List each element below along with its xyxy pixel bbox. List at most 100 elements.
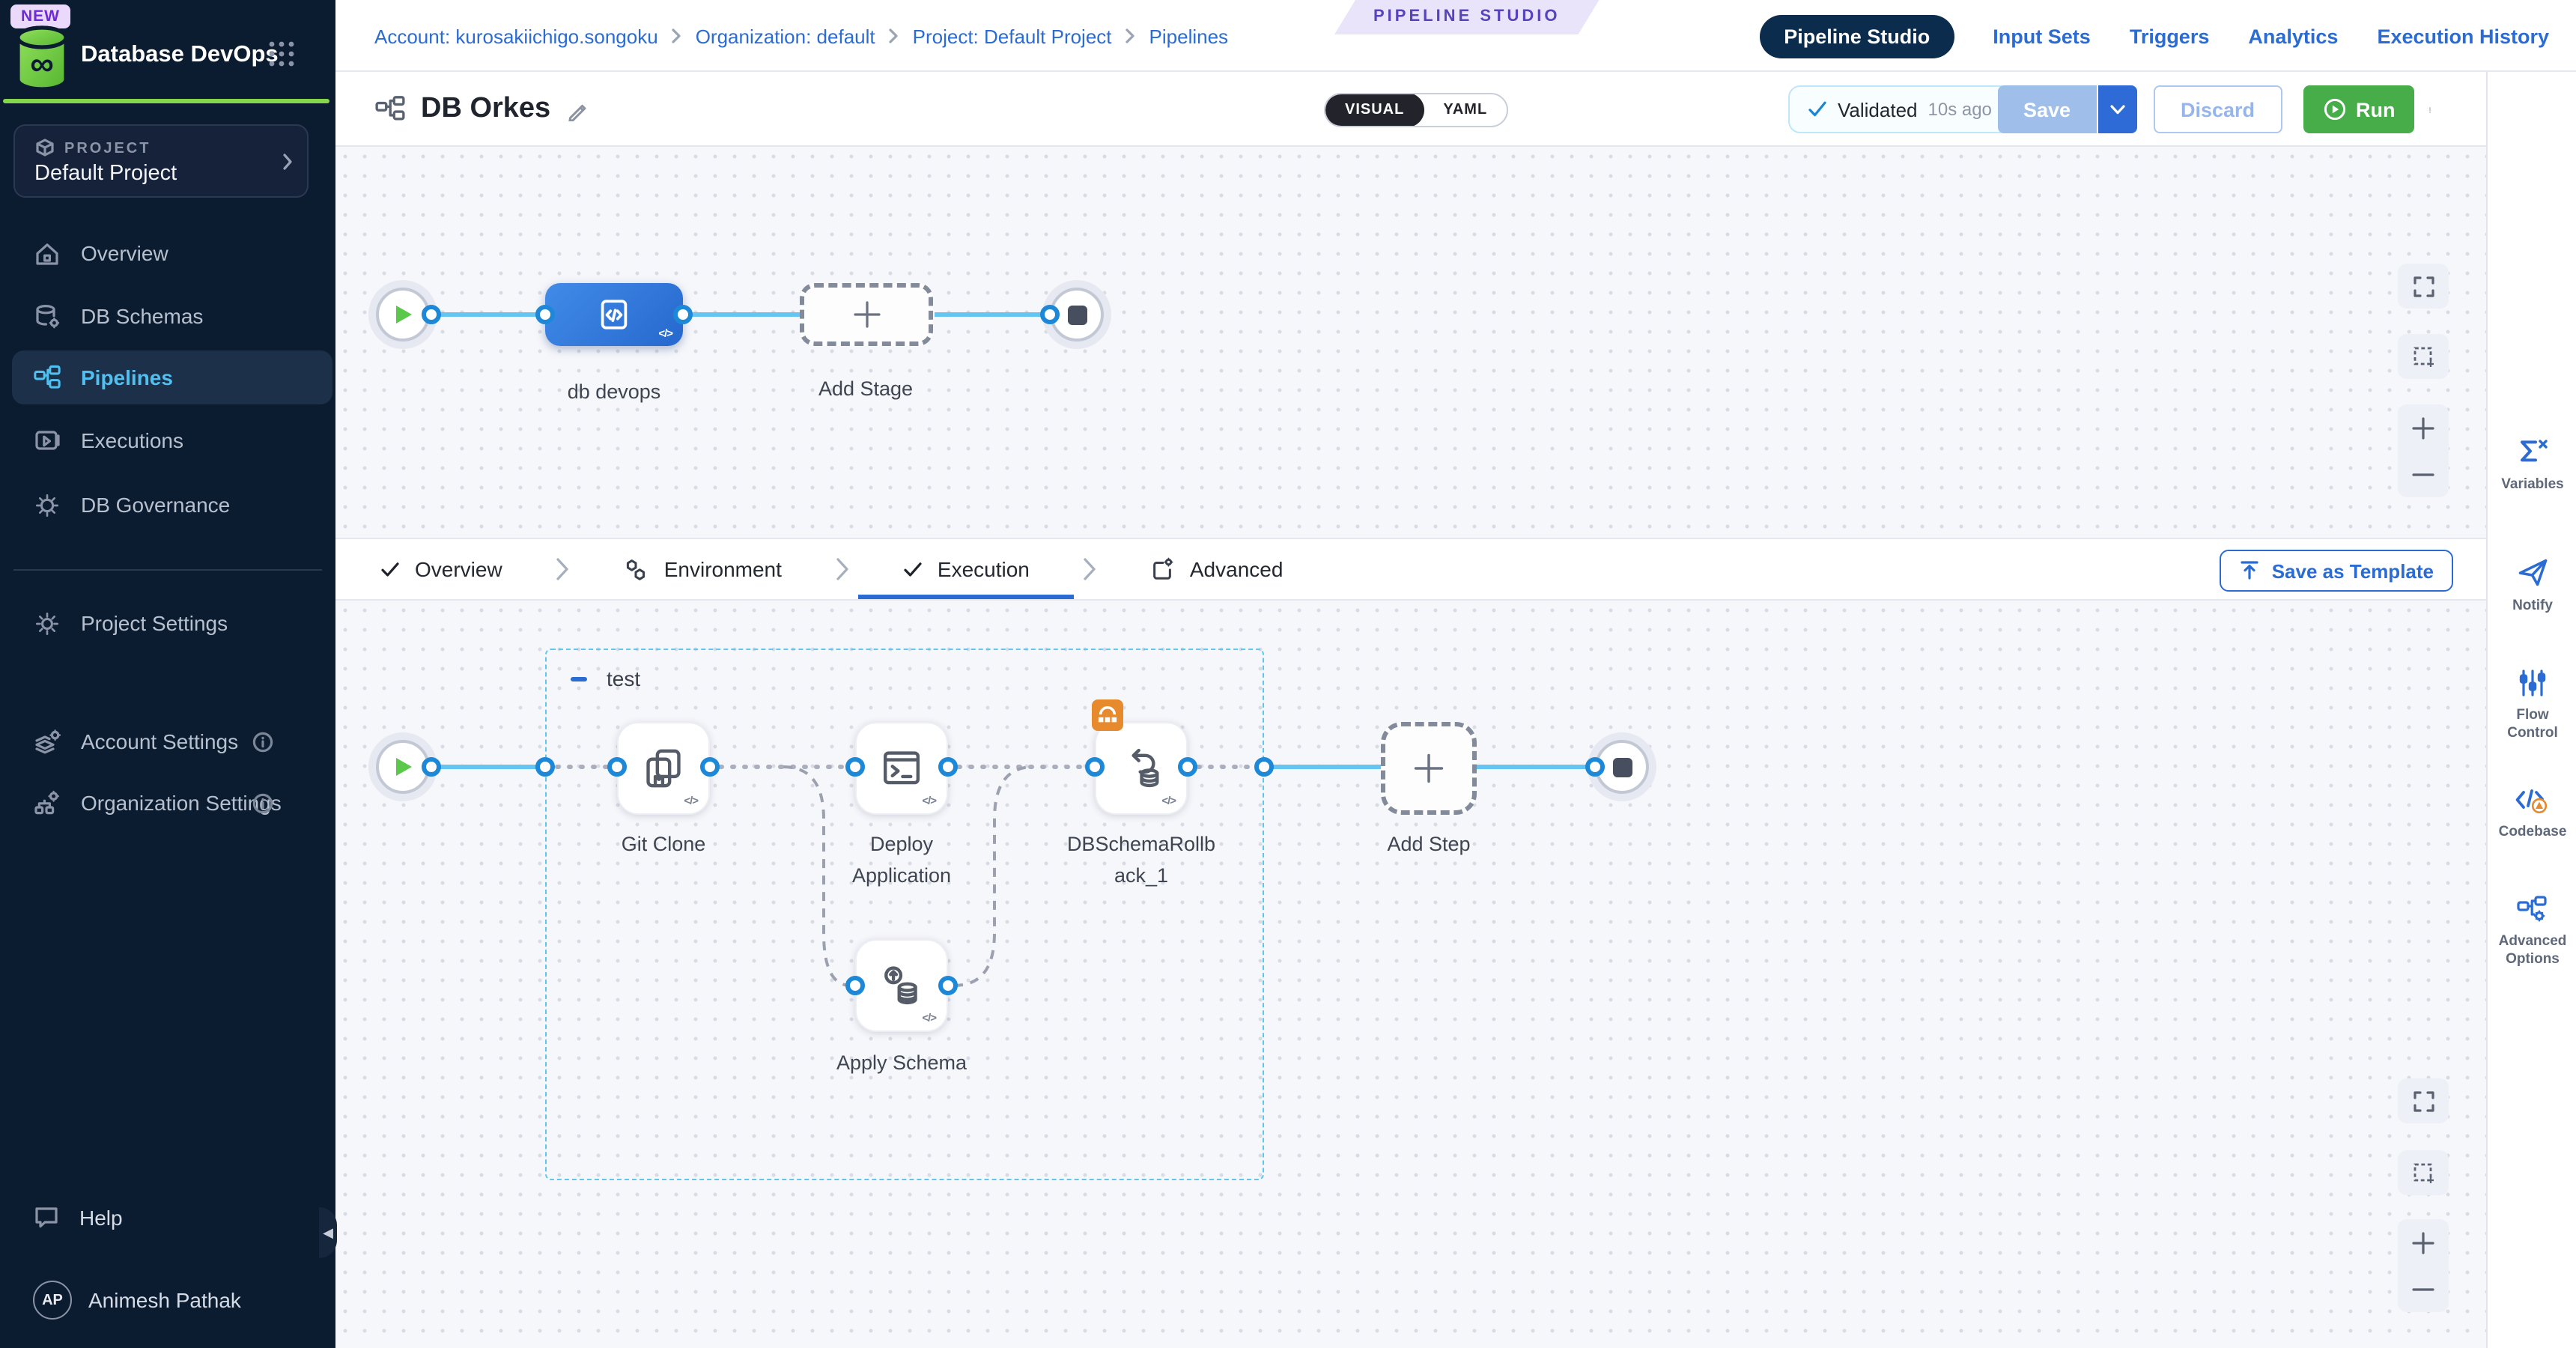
- breadcrumb-pipelines[interactable]: Pipelines: [1149, 25, 1229, 47]
- stage-out-port[interactable]: [673, 305, 693, 324]
- step-node-apply-schema[interactable]: </>: [855, 939, 948, 1032]
- tab-execution-history[interactable]: Execution History: [2377, 25, 2549, 47]
- rail-item-flow-control[interactable]: Flow Control: [2488, 668, 2576, 743]
- deploy-in-port[interactable]: [845, 757, 865, 777]
- sidebar-item-overview[interactable]: Overview: [0, 226, 335, 280]
- group-out-port[interactable]: [1254, 757, 1274, 777]
- project-selector[interactable]: PROJECT Default Project: [13, 124, 309, 198]
- user-menu[interactable]: AP Animesh Pathak: [0, 1273, 335, 1327]
- tab-advanced[interactable]: Advanced: [1151, 539, 1284, 599]
- kebab-menu-icon[interactable]: [2426, 96, 2434, 124]
- sidebar-item-account-settings[interactable]: Account Settings: [0, 714, 335, 768]
- toggle-yaml[interactable]: YAML: [1424, 94, 1507, 126]
- visual-yaml-toggle[interactable]: VISUAL YAML: [1324, 93, 1508, 127]
- module-grid-icon[interactable]: [267, 39, 297, 69]
- zoom-out-button[interactable]: [2398, 1266, 2449, 1312]
- validated-badge[interactable]: Validated 10s ago: [1788, 85, 2011, 133]
- execution-canvas[interactable]: test </> </> </> </>: [335, 601, 2486, 1348]
- sidebar-item-db-schemas[interactable]: DB Schemas: [0, 289, 335, 343]
- org-chart-gear-icon: [33, 789, 61, 817]
- add-stage-button[interactable]: [800, 283, 933, 346]
- code-badge: </>: [922, 794, 936, 807]
- help-button[interactable]: Help: [0, 1191, 335, 1245]
- marquee-select-button[interactable]: [2398, 1150, 2449, 1195]
- edit-pencil-icon[interactable]: [565, 98, 588, 121]
- info-icon[interactable]: [252, 730, 274, 753]
- rail-item-variables[interactable]: Variables: [2488, 437, 2576, 494]
- zoom-out-button[interactable]: [2398, 451, 2449, 497]
- fullscreen-icon: [2412, 275, 2434, 297]
- sidebar-item-executions[interactable]: Executions: [0, 413, 335, 467]
- zoom-to-fit-button[interactable]: [2398, 264, 2449, 309]
- zoom-in-button[interactable]: [2398, 404, 2449, 451]
- toggle-visual[interactable]: VISUAL: [1325, 93, 1424, 127]
- git-clone-in-port[interactable]: [607, 757, 627, 777]
- code-badge: </>: [658, 327, 672, 340]
- tab-input-sets[interactable]: Input Sets: [1993, 25, 2091, 47]
- environment-icon: [624, 556, 649, 582]
- save-button[interactable]: Save: [1998, 85, 2096, 133]
- rail-item-codebase[interactable]: Codebase: [2488, 788, 2576, 842]
- rail-item-notify[interactable]: Notify: [2488, 556, 2576, 616]
- marquee-select-button[interactable]: [2398, 334, 2449, 379]
- add-stage-label: Add Stage: [818, 374, 913, 406]
- deploy-out-port[interactable]: [938, 757, 958, 777]
- end-in-port[interactable]: [1040, 305, 1060, 324]
- tab-environment[interactable]: Environment: [624, 539, 782, 599]
- avatar: AP: [33, 1281, 72, 1320]
- add-step-label: Add Step: [1387, 830, 1470, 861]
- tab-overview[interactable]: Overview: [380, 539, 502, 599]
- sidebar-item-organization-settings[interactable]: Organization Settings: [0, 776, 335, 830]
- discard-button[interactable]: Discard: [2154, 85, 2282, 133]
- plus-icon: [2411, 416, 2435, 440]
- step-node-deploy-application[interactable]: </>: [855, 722, 948, 815]
- run-button[interactable]: Run: [2303, 85, 2415, 133]
- paper-plane-icon: [2516, 556, 2549, 589]
- step-node-git-clone[interactable]: </>: [617, 722, 710, 815]
- add-step-button[interactable]: [1381, 722, 1477, 815]
- start-out-port[interactable]: [422, 305, 441, 324]
- breadcrumb-account[interactable]: Account: kurosakiichigo.songoku: [374, 25, 658, 47]
- chevron-right-icon: [1084, 557, 1097, 581]
- info-icon[interactable]: [252, 792, 274, 814]
- step-node-dbschemarollback[interactable]: </>: [1095, 722, 1188, 815]
- tab-analytics[interactable]: Analytics: [2248, 25, 2338, 47]
- tab-triggers[interactable]: Triggers: [2130, 25, 2210, 47]
- breadcrumb-project[interactable]: Project: Default Project: [913, 25, 1112, 47]
- breadcrumb-organization[interactable]: Organization: default: [696, 25, 875, 47]
- advanced-icon: [1151, 557, 1175, 581]
- apply-schema-icon: [879, 963, 924, 1008]
- stage-node-db-devops[interactable]: </>: [545, 283, 683, 346]
- git-clone-icon: [641, 746, 686, 791]
- apply-schema-out-port[interactable]: [938, 976, 958, 995]
- zoom-to-fit-button[interactable]: [2398, 1078, 2449, 1123]
- tab-pipeline-studio[interactable]: Pipeline Studio: [1760, 14, 1954, 58]
- collapse-group-button[interactable]: [571, 670, 589, 687]
- zoom-in-button[interactable]: [2398, 1219, 2449, 1266]
- git-clone-out-port[interactable]: [700, 757, 720, 777]
- chevron-right-icon: [1126, 28, 1136, 43]
- save-dropdown-button[interactable]: [2096, 85, 2136, 133]
- start-out-port[interactable]: [422, 757, 441, 777]
- rollback-out-port[interactable]: [1178, 757, 1197, 777]
- stage-in-port[interactable]: [535, 305, 555, 324]
- sidebar-item-pipelines[interactable]: Pipelines: [12, 350, 332, 404]
- sidebar-item-db-governance[interactable]: DB Governance: [0, 478, 335, 532]
- pipeline-gear-icon: [2516, 894, 2549, 924]
- save-as-template-button[interactable]: Save as Template: [2220, 550, 2453, 592]
- variables-sigma-icon: [2516, 437, 2549, 467]
- apply-schema-in-port[interactable]: [845, 976, 865, 995]
- rail-item-advanced-options[interactable]: Advanced Options: [2488, 894, 2576, 969]
- tab-execution[interactable]: Execution: [903, 539, 1030, 599]
- chevron-right-icon: [672, 28, 682, 43]
- play-icon: [393, 304, 413, 325]
- step-label: Git Clone: [622, 830, 706, 861]
- stage-canvas[interactable]: </> db devops Add Stage: [335, 147, 2486, 538]
- end-in-port[interactable]: [1585, 757, 1605, 777]
- sidebar-item-project-settings[interactable]: Project Settings: [0, 596, 335, 650]
- custom-stage-icon: [595, 295, 634, 334]
- group-in-port[interactable]: [535, 757, 555, 777]
- sidebar: NEW ∞ Database DevOps PROJECT Default Pr…: [0, 0, 335, 1348]
- rollback-in-port[interactable]: [1085, 757, 1105, 777]
- play-icon: [393, 756, 413, 777]
